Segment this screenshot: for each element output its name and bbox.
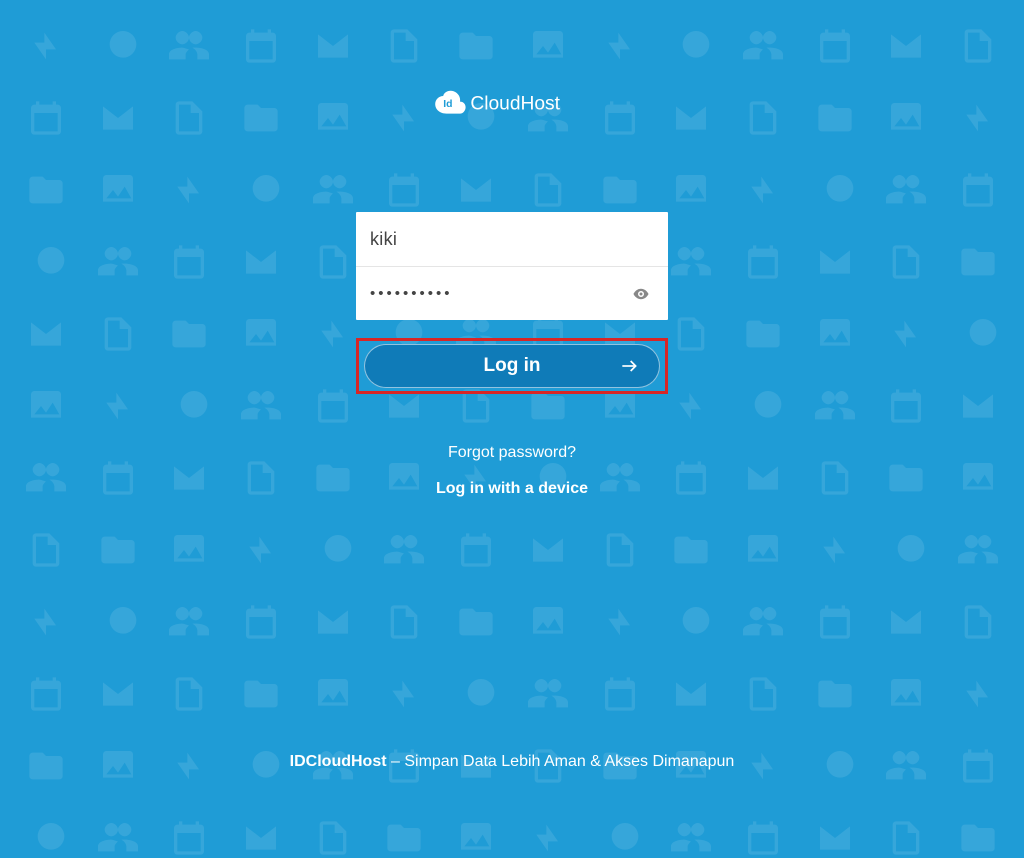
username-input[interactable] bbox=[370, 212, 654, 266]
login-button[interactable]: Log in bbox=[364, 344, 660, 388]
svg-text:CloudHost: CloudHost bbox=[470, 94, 560, 115]
login-button-label: Log in bbox=[484, 355, 541, 377]
bg-decorative-icon bbox=[958, 818, 998, 858]
footer-tagline: IDCloudHost – Simpan Data Lebih Aman & A… bbox=[0, 753, 1024, 771]
forgot-password-link[interactable]: Forgot password? bbox=[448, 444, 576, 462]
bg-decorative-icon bbox=[815, 818, 855, 858]
bg-decorative-icon bbox=[886, 818, 926, 858]
arrow-right-icon bbox=[619, 356, 639, 376]
footer-brand: IDCloudHost bbox=[290, 753, 387, 770]
login-form bbox=[356, 212, 668, 320]
brand-logo: Id CloudHost bbox=[432, 88, 592, 120]
footer-text: – Simpan Data Lebih Aman & Akses Dimanap… bbox=[387, 753, 735, 770]
bg-decorative-icon bbox=[528, 818, 568, 858]
bg-decorative-icon bbox=[241, 818, 281, 858]
password-field-wrapper bbox=[356, 266, 668, 320]
bg-decorative-icon bbox=[26, 818, 66, 858]
show-password-icon[interactable] bbox=[632, 285, 650, 303]
bg-decorative-icon bbox=[313, 818, 353, 858]
bg-decorative-icon bbox=[671, 818, 711, 858]
svg-text:Id: Id bbox=[443, 99, 452, 110]
bg-decorative-icon bbox=[98, 818, 138, 858]
bg-decorative-icon bbox=[169, 818, 209, 858]
login-with-device-link[interactable]: Log in with a device bbox=[436, 480, 588, 498]
password-input[interactable] bbox=[370, 267, 654, 320]
login-button-highlight: Log in bbox=[356, 338, 668, 394]
username-field-wrapper bbox=[356, 212, 668, 266]
bg-decorative-icon bbox=[743, 818, 783, 858]
bg-decorative-icon bbox=[384, 818, 424, 858]
bg-decorative-icon bbox=[456, 818, 496, 858]
bg-decorative-icon bbox=[600, 818, 640, 858]
